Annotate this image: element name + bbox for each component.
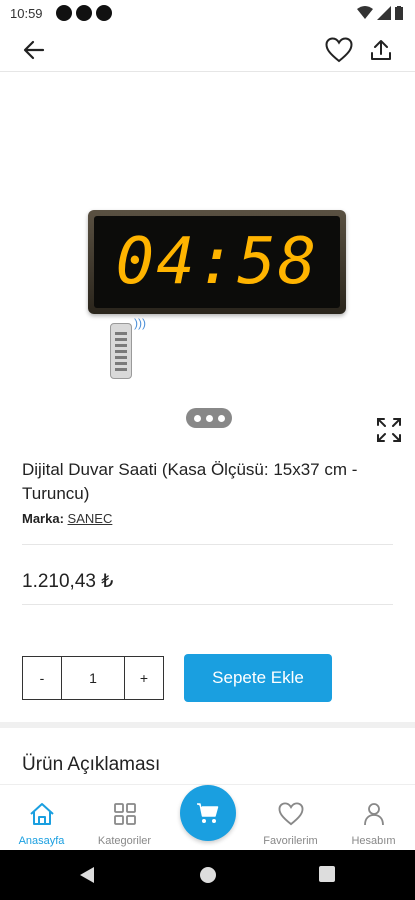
heart-icon [278,802,303,826]
pager-dot [217,414,225,422]
status-bar: 10:59 [0,0,415,28]
product-title: Dijital Duvar Saati (Kasa Ölçüsü: 15x37 … [22,460,358,503]
nav-label-home: Anasayfa [18,835,65,847]
nav-item-favorites[interactable]: Favorilerim [249,785,332,851]
clock-digits: 04:58 [115,225,319,299]
battery-icon [395,6,403,20]
nav-label-account: Hesabım [351,835,396,847]
description-title[interactable]: Ürün Açıklaması [22,754,160,776]
signal-icon [377,6,391,20]
brand-label: Marka: [22,511,64,526]
remote-control-image [110,323,132,379]
remote-buttons [115,332,127,372]
product-image[interactable]: 04:58 ))) [60,140,380,390]
app-bar [0,28,415,72]
nav-item-account[interactable]: Hesabım [332,785,415,851]
signal-waves-icon: ))) [134,316,146,330]
notification-dots [56,5,112,21]
brand-row: Marka: SANEC [22,511,112,526]
quantity-value[interactable]: 1 [61,657,125,699]
clock-frame: 04:58 [88,210,346,314]
status-icons [357,6,403,20]
cart-button[interactable] [180,785,236,841]
fullscreen-button[interactable] [375,416,403,444]
increase-quantity-button[interactable]: + [125,657,163,699]
system-home-button[interactable] [198,865,218,885]
add-to-cart-button[interactable]: Sepete Ekle [184,654,332,702]
circle-home-icon [200,867,216,883]
bottom-nav: Anasayfa Kategoriler Favorilerim Hesabım [0,784,415,850]
triangle-back-icon [80,867,94,883]
arrow-left-icon [23,40,45,60]
decrease-quantity-button[interactable]: - [23,657,61,699]
user-icon [363,803,384,826]
nav-item-categories[interactable]: Kategoriler [83,785,166,851]
heart-icon [325,37,353,63]
image-pager[interactable] [186,408,232,428]
wifi-icon [357,6,373,19]
share-icon [371,40,391,60]
square-recents-icon [319,866,335,882]
grid-icon [113,803,136,825]
quantity-stepper: - 1 + [22,656,164,700]
pager-dot [193,414,201,422]
notification-icon [76,5,92,21]
nav-label-categories: Kategoriler [97,835,152,847]
brand-link[interactable]: SANEC [68,511,113,526]
back-button[interactable] [18,34,50,66]
divider [22,544,393,545]
clock-display: 04:58 [94,216,340,308]
status-time: 10:59 [10,6,43,21]
nav-item-home[interactable]: Anasayfa [0,785,83,851]
divider [22,604,393,605]
notification-icon [96,5,112,21]
nav-label-favorites: Favorilerim [263,835,318,847]
favorite-button[interactable] [323,34,355,66]
system-recents-button[interactable] [318,865,336,883]
home-icon [29,803,54,825]
product-price: 1.210,43 ₺ [22,571,114,592]
system-back-button[interactable] [78,865,96,885]
cart-icon [197,803,219,823]
section-separator [0,722,415,728]
expand-icon [377,418,401,442]
pager-dot [205,414,213,422]
notification-icon [56,5,72,21]
share-button[interactable] [365,34,397,66]
system-nav-bar [0,850,415,900]
